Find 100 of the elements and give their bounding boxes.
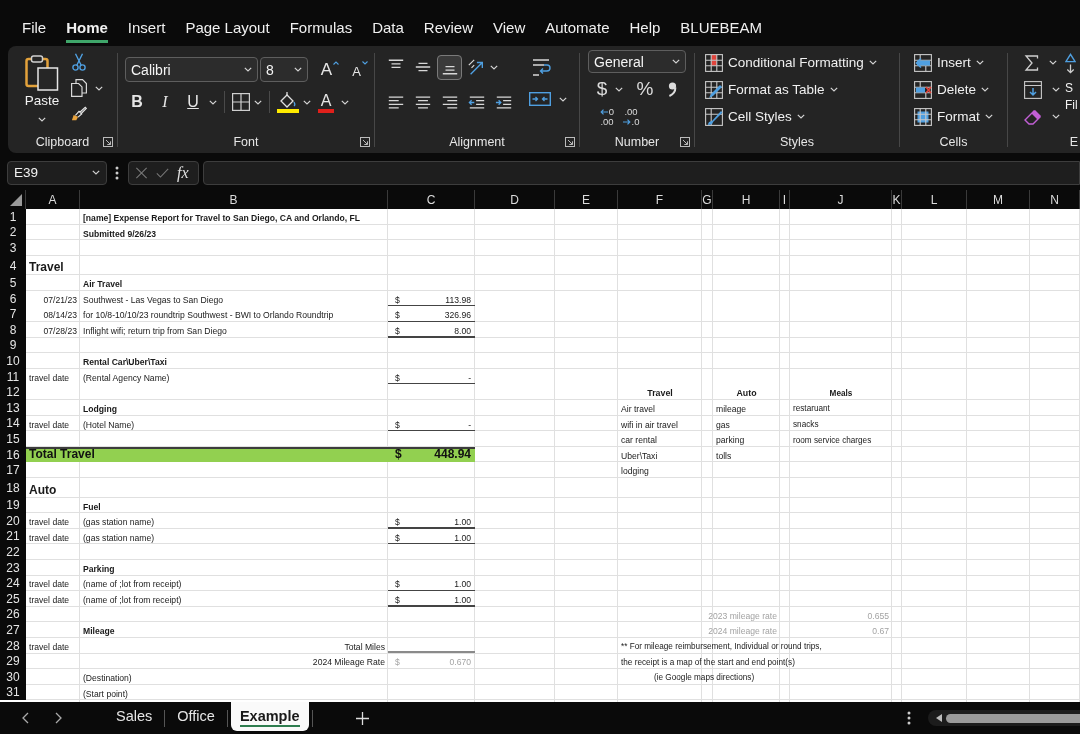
conditional-format-icon[interactable]	[705, 53, 723, 72]
cells-command-button[interactable]: Insert	[914, 49, 1007, 76]
font-size-dropdown[interactable]: 8	[260, 57, 308, 82]
dialog-launcher-icon[interactable]	[565, 137, 575, 147]
scissors-icon[interactable]	[71, 53, 87, 71]
row-header[interactable]: 1	[0, 209, 26, 225]
borders-icon[interactable]	[232, 93, 250, 111]
format-cells-icon[interactable]	[914, 107, 932, 126]
caret-icon[interactable]	[829, 87, 838, 92]
menu-tab[interactable]: Home	[66, 18, 108, 43]
row-header[interactable]: 8	[0, 322, 26, 338]
more-options-icon[interactable]	[115, 165, 119, 180]
menu-tab[interactable]: Review	[423, 18, 473, 43]
plus-icon[interactable]	[355, 711, 369, 725]
menu-tab[interactable]: Automate	[545, 18, 610, 43]
align-center-icon[interactable]	[413, 94, 432, 110]
row-header[interactable]: 24	[0, 575, 26, 592]
menu-tab[interactable]: Help	[629, 18, 661, 43]
menu-tab[interactable]: Insert	[127, 18, 166, 43]
sigma-icon[interactable]	[1024, 54, 1039, 71]
row-header[interactable]: 22	[0, 544, 26, 560]
dialog-launcher-icon[interactable]	[360, 137, 370, 147]
cells-command-button[interactable]: Delete	[914, 76, 1007, 103]
arrow-right-icon[interactable]	[622, 119, 631, 125]
sort-icon[interactable]	[1065, 53, 1076, 74]
scrollbar-thumb[interactable]	[946, 713, 1080, 723]
dialog-launcher-icon[interactable]	[680, 137, 690, 147]
caret-icon[interactable]	[254, 99, 262, 105]
row-header[interactable]: 15	[0, 431, 26, 447]
sheet-tab[interactable]: Example	[230, 702, 309, 731]
increase-decimal-button[interactable]: .00 .0	[620, 105, 642, 129]
row-header[interactable]: 10	[0, 353, 26, 369]
row-header[interactable]: 25	[0, 591, 26, 607]
caret-icon[interactable]	[981, 87, 990, 92]
increase-indent-icon[interactable]	[494, 94, 513, 110]
percent-button[interactable]: %	[634, 77, 656, 101]
menu-tab[interactable]: File	[22, 18, 47, 43]
menu-tab[interactable]: Formulas	[289, 18, 353, 43]
caret-icon[interactable]	[975, 60, 984, 65]
paint-bucket-icon[interactable]	[277, 91, 299, 113]
menu-tab[interactable]: BLUEBEAM	[680, 18, 763, 43]
caret-icon[interactable]	[615, 86, 623, 92]
sort-filter-button[interactable]: S Fil	[1065, 49, 1078, 132]
align-right-icon[interactable]	[440, 94, 459, 110]
caret-icon[interactable]	[95, 85, 103, 91]
wrap-text-icon[interactable]	[531, 57, 551, 79]
check-icon[interactable]	[156, 166, 169, 179]
shrink-font-button[interactable]: A	[346, 57, 374, 82]
insert-function-button[interactable]: fx	[177, 163, 189, 182]
caret-icon[interactable]	[209, 99, 217, 105]
chevron-right-icon[interactable]	[55, 712, 62, 724]
caret-icon[interactable]	[1052, 114, 1060, 119]
cell-grid[interactable]	[0, 209, 1080, 702]
styles-command-button[interactable]: Conditional Formatting	[705, 49, 899, 76]
clipboard-icon[interactable]	[25, 55, 59, 91]
insert-cells-icon[interactable]	[914, 53, 932, 72]
row-header[interactable]: 4	[0, 255, 26, 276]
caret-icon[interactable]	[796, 114, 805, 119]
caret-icon[interactable]	[672, 59, 680, 64]
row-header[interactable]: 30	[0, 669, 26, 685]
formula-input[interactable]	[203, 160, 1080, 185]
caret-icon[interactable]	[868, 60, 877, 65]
row-header[interactable]: 5	[0, 275, 26, 291]
copy-icon[interactable]	[71, 79, 87, 97]
triangle-left-icon[interactable]	[936, 714, 942, 722]
cell-brush-icon[interactable]	[705, 107, 723, 126]
font-color-button[interactable]: A	[315, 90, 337, 114]
align-left-icon[interactable]	[386, 94, 405, 110]
row-header[interactable]: 18	[0, 478, 26, 498]
diagonal-arrow-icon[interactable]	[467, 58, 485, 76]
more-options-icon[interactable]	[907, 711, 911, 725]
merge-cells-icon[interactable]	[529, 90, 551, 108]
caret-icon[interactable]	[984, 114, 993, 119]
row-header[interactable]: 13	[0, 400, 26, 416]
caret-icon[interactable]	[341, 99, 349, 105]
sheet-tab[interactable]: Office	[168, 702, 224, 731]
styles-command-button[interactable]: Cell Styles	[705, 103, 899, 130]
font-style-button[interactable]: B	[125, 90, 149, 114]
chevron-left-icon[interactable]	[22, 712, 29, 724]
cells-command-button[interactable]: Format	[914, 103, 1007, 130]
styles-command-button[interactable]: Format as Table	[705, 76, 899, 103]
menu-tab[interactable]: Page Layout	[185, 18, 270, 43]
caret-icon[interactable]	[303, 99, 311, 105]
arrow-left-icon[interactable]	[599, 109, 608, 115]
cross-icon[interactable]	[135, 166, 148, 179]
select-all-icon[interactable]	[10, 194, 22, 206]
paintbrush-icon[interactable]	[71, 105, 87, 123]
row-header[interactable]: 3	[0, 240, 26, 256]
currency-button[interactable]: $	[594, 77, 610, 101]
font-name-dropdown[interactable]: Calibri	[125, 57, 258, 82]
number-format-dropdown[interactable]: General	[588, 50, 686, 73]
decrease-decimal-button[interactable]: 0 .00	[596, 105, 618, 129]
fill-down-icon[interactable]	[1024, 80, 1042, 99]
grow-font-button[interactable]: A	[316, 57, 344, 82]
sheet-tab[interactable]: Sales	[107, 702, 162, 731]
row-header[interactable]: 17	[0, 462, 26, 478]
caret-up-icon[interactable]	[333, 60, 340, 65]
table-pen-icon[interactable]	[705, 80, 723, 99]
font-style-button[interactable]: I	[153, 90, 177, 114]
row-header[interactable]: 29	[0, 653, 26, 670]
